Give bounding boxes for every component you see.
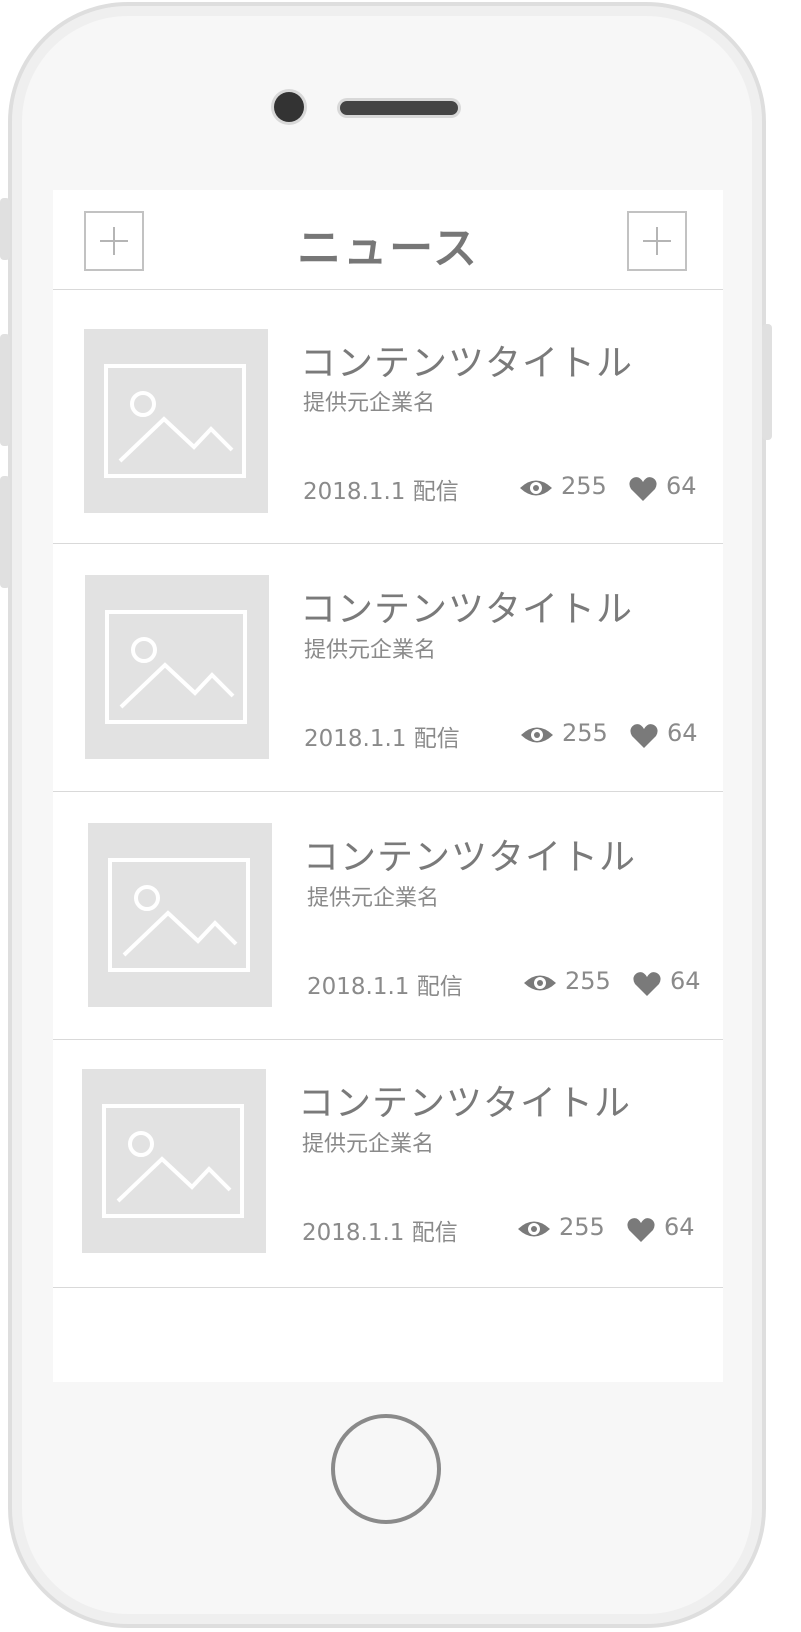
front-camera (274, 92, 304, 122)
add-right-button[interactable] (627, 211, 687, 271)
news-list-item[interactable]: コンテンツタイトル 提供元企業名 2018.1.1 配信 255 64 (53, 1040, 723, 1288)
heart-icon (633, 972, 661, 996)
thumbnail (82, 1069, 266, 1253)
eye-icon (521, 727, 553, 743)
heart-icon (629, 477, 657, 501)
page-title: ニュース (297, 223, 479, 274)
publish-date: 2018.1.1 配信 (307, 974, 463, 1000)
likes-count: 64 (670, 967, 701, 995)
nav-header: ニュース (53, 190, 723, 290)
image-placeholder-icon (104, 364, 246, 478)
eye-icon (520, 480, 552, 496)
home-button[interactable] (331, 1414, 441, 1524)
thumbnail (84, 329, 268, 513)
volume-down-button (0, 476, 10, 588)
heart-icon (630, 724, 658, 748)
provider-name: 提供元企業名 (304, 638, 437, 663)
publish-date: 2018.1.1 配信 (303, 479, 459, 505)
content-title: コンテンツタイトル (300, 589, 634, 630)
image-placeholder-icon (105, 610, 247, 724)
content-title: コンテンツタイトル (300, 343, 634, 384)
eye-icon (524, 975, 556, 991)
likes-count: 64 (667, 719, 698, 747)
image-placeholder-icon (108, 858, 250, 972)
provider-name: 提供元企業名 (303, 391, 436, 416)
views-count: 255 (565, 967, 611, 995)
views-count: 255 (562, 719, 608, 747)
thumbnail (85, 575, 269, 759)
views-count: 255 (559, 1213, 605, 1241)
thumbnail (88, 823, 272, 1007)
news-list-item[interactable]: コンテンツタイトル 提供元企業名 2018.1.1 配信 255 64 (53, 296, 723, 544)
volume-up-button (0, 334, 10, 446)
publish-date: 2018.1.1 配信 (302, 1220, 458, 1246)
power-button (762, 324, 772, 440)
content-title: コンテンツタイトル (303, 837, 637, 878)
news-list-item[interactable]: コンテンツタイトル 提供元企業名 2018.1.1 配信 255 64 (53, 792, 723, 1040)
app-screen: ニュース コンテンツタイトル 提供元企業名 2018.1.1 配信 255 64 (53, 190, 723, 1382)
provider-name: 提供元企業名 (307, 886, 440, 911)
earpiece-speaker (340, 101, 458, 115)
content-title: コンテンツタイトル (298, 1083, 632, 1124)
image-placeholder-icon (102, 1104, 244, 1218)
views-count: 255 (561, 472, 607, 500)
publish-date: 2018.1.1 配信 (304, 726, 460, 752)
provider-name: 提供元企業名 (302, 1132, 435, 1157)
likes-count: 64 (664, 1213, 695, 1241)
likes-count: 64 (666, 472, 697, 500)
silent-switch (0, 198, 10, 260)
news-list-item[interactable]: コンテンツタイトル 提供元企業名 2018.1.1 配信 255 64 (53, 544, 723, 792)
heart-icon (627, 1218, 655, 1242)
eye-icon (518, 1221, 550, 1237)
